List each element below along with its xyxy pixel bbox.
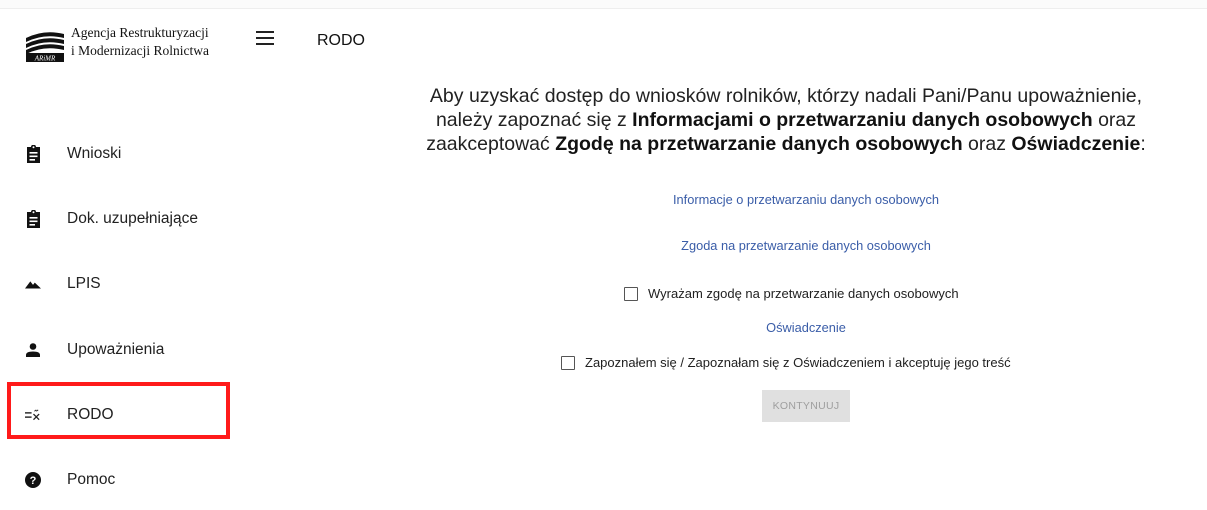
- svg-text:ARiMR: ARiMR: [34, 55, 56, 63]
- top-bar: [0, 0, 1207, 9]
- statement-link[interactable]: Oświadczenie: [706, 320, 906, 335]
- intro-text: Aby uzyskać dostęp do wniosków rolników,…: [370, 84, 1202, 156]
- arimr-logo: ARiMR: [26, 32, 64, 63]
- clipboard-icon: [25, 144, 41, 164]
- help-icon: ?: [25, 470, 41, 490]
- sidebar-item-lpis[interactable]: LPIS: [0, 254, 235, 314]
- organization-name: Agencja Restrukturyzacji i Modernizacji …: [71, 24, 209, 60]
- hamburger-menu-icon[interactable]: [256, 31, 274, 45]
- organization-name-line1: Agencja Restrukturyzacji: [71, 25, 209, 40]
- svg-text:?: ?: [30, 475, 37, 487]
- intro-line2: należy zapoznać się z Informacjami o prz…: [435, 109, 1137, 131]
- sidebar-item-wnioski[interactable]: Wnioski: [0, 124, 235, 184]
- sidebar-item-label: Upoważnienia: [67, 341, 165, 358]
- sidebar-item-label: Pomoc: [67, 471, 116, 488]
- consent-checkbox-row[interactable]: Wyrażam zgodę na przetwarzanie danych os…: [624, 286, 959, 301]
- person-icon: [25, 340, 41, 360]
- consent-checkbox[interactable]: [624, 286, 638, 301]
- organization-name-line2: i Modernizacji Rolnictwa: [71, 43, 209, 58]
- sidebar-item-pomoc[interactable]: ? Pomoc: [0, 450, 235, 510]
- intro-line1: Aby uzyskać dostęp do wniosków rolników,…: [429, 85, 1143, 107]
- highlight-box: [7, 382, 230, 439]
- statement-checkbox[interactable]: [561, 355, 575, 370]
- consent-link[interactable]: Zgoda na przetwarzanie danych osobowych: [606, 238, 1006, 253]
- sidebar-item-label: LPIS: [67, 275, 101, 292]
- intro-line3: zaakceptować Zgodę na przetwarzanie dany…: [426, 133, 1146, 155]
- statement-checkbox-label: Zapoznałem się / Zapoznałam się z Oświad…: [585, 355, 1011, 370]
- consent-checkbox-label: Wyrażam zgodę na przetwarzanie danych os…: [648, 286, 959, 301]
- sidebar-item-label: Wnioski: [67, 145, 122, 162]
- info-processing-link[interactable]: Informacje o przetwarzaniu danych osobow…: [606, 192, 1006, 207]
- continue-button[interactable]: KONTYNUUJ: [762, 390, 850, 422]
- page-title: RODO: [317, 32, 365, 49]
- sidebar-item-dok-uzupelniajace[interactable]: Dok. uzupełniające: [0, 189, 235, 249]
- statement-checkbox-row[interactable]: Zapoznałem się / Zapoznałam się z Oświad…: [561, 355, 1011, 370]
- sidebar-item-label: Dok. uzupełniające: [67, 210, 198, 227]
- mountain-icon: [25, 274, 41, 294]
- clipboard-icon: [25, 209, 41, 229]
- sidebar-item-upowaznienia[interactable]: Upoważnienia: [0, 320, 235, 380]
